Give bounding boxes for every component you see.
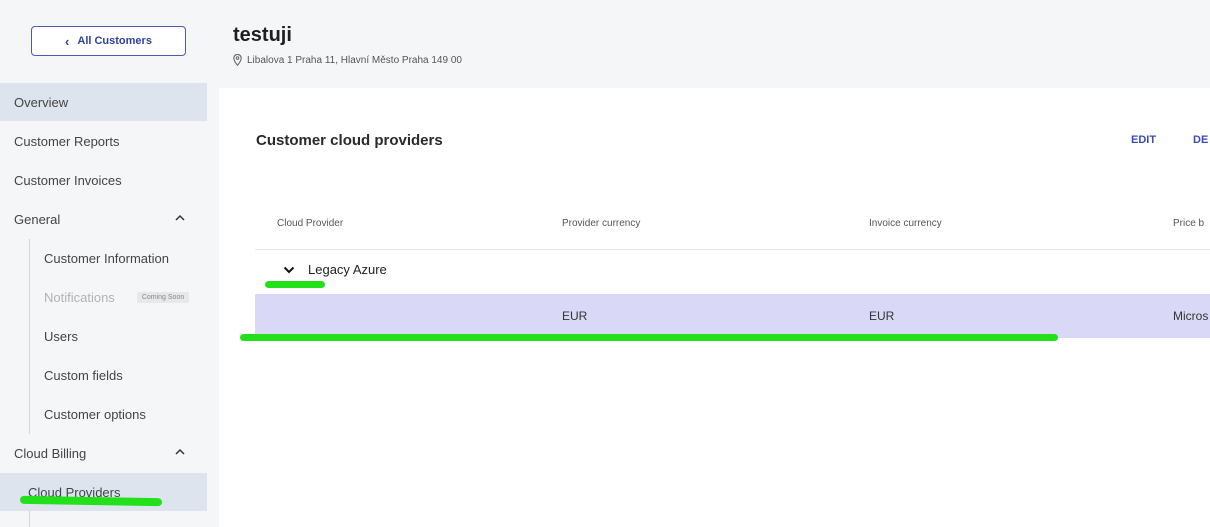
sidebar-item-label: Cloud Billing: [14, 445, 87, 461]
sidebar-item-label: Notifications: [44, 289, 115, 305]
sidebar-item-label: Users: [44, 328, 78, 344]
sidebar-item-label: General: [14, 211, 61, 227]
sidebar-item-customer-options[interactable]: Customer options: [0, 395, 207, 433]
coming-soon-badge: Coming Soon: [136, 291, 190, 303]
highlight-mark: [240, 334, 1058, 341]
sidebar-item-cloud-providers[interactable]: Cloud Providers: [0, 473, 207, 511]
chevron-up-icon: [175, 448, 185, 455]
sidebar-item-notifications: Notifications Coming Soon: [0, 278, 207, 316]
sidebar-item-users[interactable]: Users: [0, 317, 207, 355]
table-group-row[interactable]: Legacy Azure: [255, 250, 1210, 294]
group-label: Legacy Azure: [308, 262, 387, 277]
column-header-cloud-provider[interactable]: Cloud Provider: [277, 218, 343, 229]
sidebar-item-general[interactable]: General: [0, 200, 207, 238]
table-cell-invoice-currency: EUR: [869, 309, 895, 323]
sidebar-item-overview[interactable]: Overview: [0, 83, 207, 121]
sidebar: Overview Customer Reports Customer Invoi…: [0, 83, 207, 527]
section-title: Customer cloud providers: [256, 132, 443, 149]
column-header-invoice-currency[interactable]: Invoice currency: [869, 218, 942, 229]
sidebar-item-label: Customer Reports: [14, 133, 120, 149]
main-panel: Customer cloud providers EDIT DE Cloud P…: [219, 88, 1210, 527]
sidebar-item-customer-information[interactable]: Customer Information: [0, 239, 207, 277]
edit-button[interactable]: EDIT: [1131, 134, 1156, 146]
customer-name: testuji: [233, 24, 292, 46]
table-cell-price-basis: Micros: [1173, 309, 1209, 323]
address-text: Libalova 1 Praha 11, Hlavní Město Praha …: [247, 54, 462, 66]
delete-button[interactable]: DE: [1193, 134, 1210, 146]
sidebar-item-cloud-billing[interactable]: Cloud Billing: [0, 434, 207, 472]
customer-address: Libalova 1 Praha 11, Hlavní Město Praha …: [233, 54, 462, 66]
sidebar-item-custom-fields[interactable]: Custom fields: [0, 356, 207, 394]
chevron-left-icon: ‹: [65, 33, 70, 49]
sidebar-item-label: Overview: [14, 94, 69, 110]
location-pin-icon: [233, 54, 242, 66]
sidebar-item-customer-invoices[interactable]: Customer Invoices: [0, 161, 207, 199]
column-header-price-basis[interactable]: Price b: [1173, 218, 1204, 229]
page-header: ‹ All Customers testuji Libalova 1 Praha…: [0, 0, 1210, 88]
table-row[interactable]: EUR EUR Micros: [255, 294, 1210, 338]
highlight-mark: [265, 281, 325, 288]
sidebar-item-label: Custom fields: [44, 367, 123, 383]
sidebar-item-label: Customer options: [44, 406, 146, 422]
all-customers-label: All Customers: [77, 35, 152, 47]
table-cell-provider-currency: EUR: [562, 309, 588, 323]
sidebar-item-label: Customer Information: [44, 250, 169, 266]
chevron-down-icon[interactable]: [283, 266, 295, 274]
chevron-up-icon: [175, 214, 185, 221]
column-header-provider-currency[interactable]: Provider currency: [562, 218, 640, 229]
sidebar-item-customer-reports[interactable]: Customer Reports: [0, 122, 207, 160]
all-customers-button[interactable]: ‹ All Customers: [31, 26, 186, 56]
sidebar-item-label: Customer Invoices: [14, 172, 122, 188]
